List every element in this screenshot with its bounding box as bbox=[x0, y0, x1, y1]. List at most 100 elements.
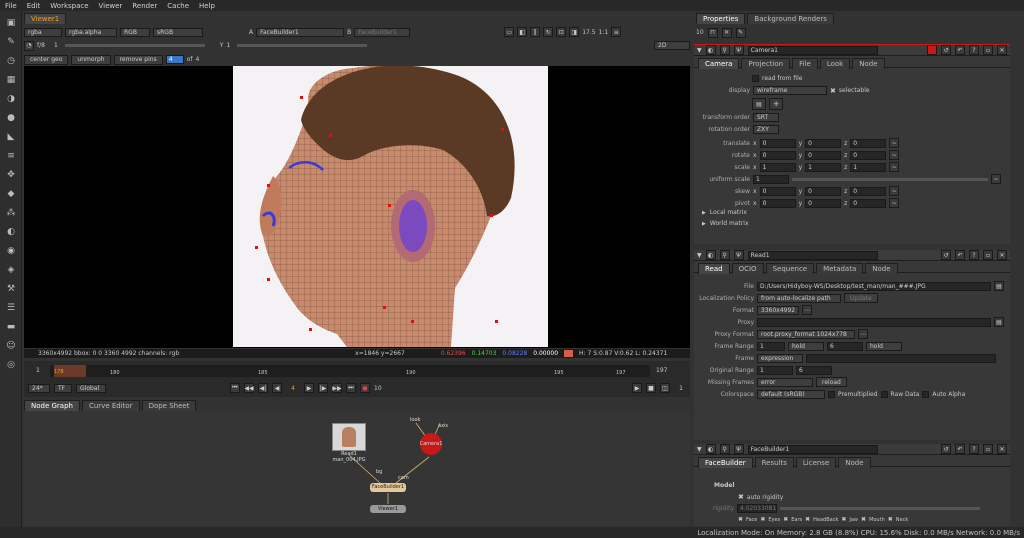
update-button[interactable]: Update bbox=[844, 293, 878, 303]
menu-icon[interactable]: ≡ bbox=[611, 27, 622, 37]
auto-rigidity-check-icon[interactable]: ✖ bbox=[738, 493, 744, 501]
uniform-scale-field[interactable]: 1 bbox=[753, 174, 789, 184]
tab-metadata[interactable]: Metadata bbox=[816, 262, 864, 274]
format-dropdown[interactable]: 3360x4992 bbox=[757, 305, 799, 315]
furnace-icon[interactable]: ▬ bbox=[4, 320, 18, 334]
fork-icon[interactable]: Ψ bbox=[733, 444, 744, 454]
gain-slider[interactable] bbox=[64, 44, 205, 47]
lock-panels-icon[interactable]: ⊓ bbox=[707, 27, 718, 38]
tab-node[interactable]: Node bbox=[865, 262, 898, 274]
camera1-node[interactable]: Camera1 bbox=[420, 433, 442, 455]
end-field[interactable]: 1 bbox=[674, 385, 688, 392]
uniform-scale-slider[interactable] bbox=[792, 177, 988, 181]
loop-icon[interactable]: ● bbox=[360, 383, 370, 393]
translate-x[interactable]: 0 bbox=[759, 138, 796, 148]
input-a-dropdown[interactable]: FaceBuilder1 bbox=[256, 27, 345, 37]
lut-dropdown[interactable]: sRGB bbox=[153, 27, 203, 37]
fps-dropdown[interactable]: 24* bbox=[28, 383, 50, 393]
pivot-y[interactable]: 0 bbox=[805, 198, 842, 208]
tab-license[interactable]: License bbox=[795, 456, 837, 468]
localization-dropdown[interactable]: from auto-localize path bbox=[757, 293, 841, 303]
facebuilder-icon[interactable]: ☺ bbox=[4, 339, 18, 353]
tile-color-icon[interactable] bbox=[927, 45, 937, 55]
timeline-track[interactable]: 178 180 185 190 195 197 bbox=[50, 365, 650, 377]
tab-node[interactable]: Node bbox=[852, 57, 885, 69]
tab-background-renders[interactable]: Background Renders bbox=[747, 12, 834, 24]
transform-icon[interactable]: ✥ bbox=[4, 168, 18, 182]
keyer-icon[interactable]: ◣ bbox=[4, 130, 18, 144]
reload-button[interactable]: reload bbox=[816, 377, 847, 387]
menu-viewer[interactable]: Viewer bbox=[99, 2, 123, 10]
stop-icon[interactable]: ■ bbox=[646, 383, 656, 393]
tab-look[interactable]: Look bbox=[819, 57, 851, 69]
read-name-field[interactable]: Read1 bbox=[747, 250, 878, 260]
pause-icon[interactable]: ‖ bbox=[530, 27, 541, 37]
gamma-value[interactable]: 1 bbox=[226, 42, 230, 49]
tab-sequence[interactable]: Sequence bbox=[765, 262, 815, 274]
time-icon[interactable]: ◷ bbox=[4, 54, 18, 68]
mouth-check-icon[interactable]: ✖ bbox=[861, 516, 866, 523]
proxy-field[interactable] bbox=[757, 317, 991, 327]
pivot-x[interactable]: 0 bbox=[759, 198, 796, 208]
viewer1-node[interactable]: Viewer1 bbox=[370, 505, 406, 513]
pin-marker[interactable] bbox=[388, 204, 391, 207]
tab-node[interactable]: Node bbox=[838, 456, 871, 468]
node-color-icon[interactable]: ◐ bbox=[705, 45, 716, 55]
pin-marker[interactable] bbox=[267, 278, 270, 281]
camera-name-field[interactable]: Camera1 bbox=[747, 45, 878, 55]
snap-icon[interactable]: ✣ bbox=[769, 98, 783, 110]
remove-pins-button[interactable]: remove pins bbox=[113, 54, 163, 65]
skew-y[interactable]: 0 bbox=[805, 186, 842, 196]
viewport[interactable] bbox=[24, 65, 690, 348]
close-icon[interactable]: ✕ bbox=[997, 444, 1007, 454]
rotate-z[interactable]: 0 bbox=[850, 150, 887, 160]
proxy-format-edit-icon[interactable]: ⋯ bbox=[858, 329, 868, 339]
world-matrix-row[interactable]: ▶ World matrix bbox=[702, 220, 749, 227]
local-matrix-row[interactable]: ▶ Local matrix bbox=[702, 209, 747, 216]
3d-icon[interactable]: ◆ bbox=[4, 187, 18, 201]
raw-data-checkbox[interactable] bbox=[880, 390, 888, 398]
pivot-z[interactable]: 0 bbox=[850, 198, 887, 208]
close-icon[interactable]: ✕ bbox=[997, 45, 1007, 55]
undo-icon[interactable]: ↶ bbox=[955, 45, 965, 55]
lock-icon[interactable]: ⊡ bbox=[556, 27, 567, 37]
read-from-file-checkbox[interactable] bbox=[752, 75, 759, 82]
selectable-check-icon[interactable]: ✖ bbox=[830, 87, 836, 95]
draw-icon[interactable]: ✎ bbox=[4, 35, 18, 49]
skew-z[interactable]: 0 bbox=[850, 186, 887, 196]
auto-alpha-checkbox[interactable] bbox=[922, 390, 930, 398]
keentools-icon[interactable]: ◎ bbox=[4, 358, 18, 372]
step-field[interactable]: 10 bbox=[374, 385, 382, 392]
tab-node-graph[interactable]: Node Graph bbox=[24, 400, 80, 411]
rotate-x[interactable]: 0 bbox=[759, 150, 796, 160]
fork-icon[interactable]: Ψ bbox=[733, 45, 744, 55]
collapse-icon[interactable]: ▼ bbox=[697, 446, 702, 453]
display-dropdown[interactable]: RGB bbox=[120, 27, 150, 37]
tab-camera[interactable]: Camera bbox=[698, 57, 740, 69]
colorspace-dropdown[interactable]: default (sRGB) bbox=[757, 389, 825, 399]
prev-icon[interactable]: ◀| bbox=[258, 383, 268, 393]
image-icon[interactable]: ▣ bbox=[4, 16, 18, 30]
facebuilder1-node[interactable]: FaceBuilder1 bbox=[370, 483, 406, 492]
float-icon[interactable]: ▫ bbox=[983, 444, 993, 454]
facebuilder-name-field[interactable]: FaceBuilder1 bbox=[747, 444, 878, 454]
pin-marker[interactable] bbox=[255, 246, 258, 249]
help-icon[interactable]: ? bbox=[969, 45, 979, 55]
format-edit-icon[interactable]: ⋯ bbox=[802, 305, 812, 315]
rotate-y[interactable]: 0 bbox=[805, 150, 842, 160]
tab-projection[interactable]: Projection bbox=[741, 57, 791, 69]
pin-index-field[interactable]: 4 bbox=[165, 55, 184, 64]
toolsets-icon[interactable]: ⚒ bbox=[4, 282, 18, 296]
node-graph[interactable]: Read1 man_004.JPG Camera1 look axis bg c… bbox=[24, 411, 690, 526]
key-icon[interactable]: ⚲ bbox=[719, 45, 730, 55]
tf-dropdown[interactable]: TF bbox=[54, 383, 72, 393]
collapse-icon[interactable]: ▼ bbox=[697, 252, 702, 259]
channels-dropdown[interactable]: rgba bbox=[24, 27, 62, 37]
global-dropdown[interactable]: Global bbox=[76, 383, 106, 393]
close-icon[interactable]: ✕ bbox=[997, 250, 1007, 260]
frame-range-start-mode[interactable]: hold bbox=[788, 341, 824, 351]
pin-marker[interactable] bbox=[267, 184, 270, 187]
animation-icon[interactable]: ~ bbox=[889, 198, 900, 208]
key-icon[interactable]: ⚲ bbox=[719, 444, 730, 454]
undo-icon[interactable]: ↶ bbox=[955, 250, 965, 260]
